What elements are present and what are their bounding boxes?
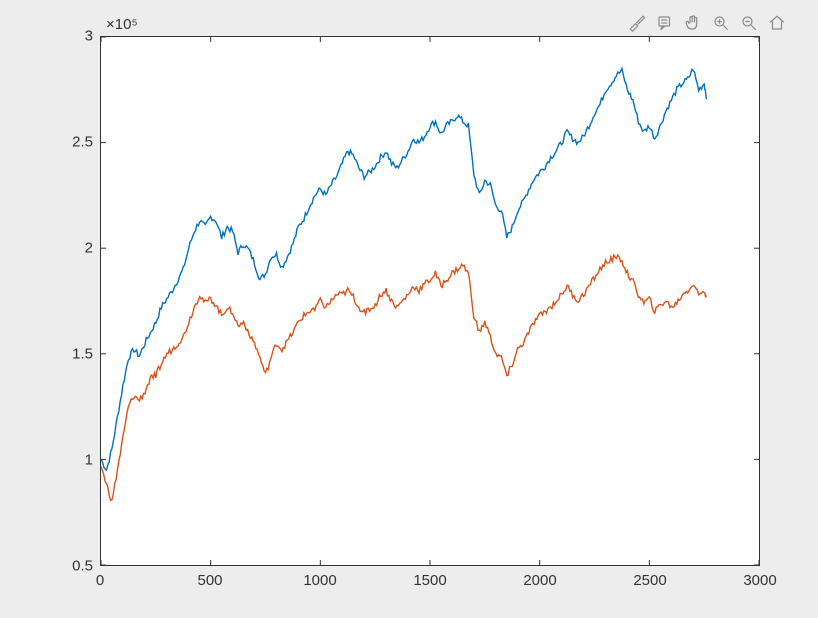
y-tick: 1: [13, 452, 93, 469]
zoom-in-icon[interactable]: [710, 12, 732, 34]
home-icon[interactable]: [766, 12, 788, 34]
axes-area[interactable]: [100, 36, 760, 566]
x-tick: 1000: [303, 572, 336, 589]
y-tick: 2.5: [13, 134, 93, 151]
y-axis-exponent: ×10⁵: [106, 16, 138, 33]
x-tick: 2500: [633, 572, 666, 589]
y-tick: 1.5: [13, 346, 93, 363]
y-tick: 2: [13, 240, 93, 257]
datatip-icon[interactable]: [654, 12, 676, 34]
x-tick: 2000: [523, 572, 556, 589]
line-series-1: [101, 68, 706, 470]
y-tick: 3: [13, 28, 93, 45]
pan-icon[interactable]: [682, 12, 704, 34]
plot-canvas: [101, 37, 759, 565]
line-series-2: [101, 255, 706, 500]
axes-toolbar: [626, 12, 788, 34]
x-tick: 1500: [413, 572, 446, 589]
zoom-out-icon[interactable]: [738, 12, 760, 34]
x-tick: 3000: [743, 572, 776, 589]
x-tick: 500: [197, 572, 222, 589]
brush-icon[interactable]: [626, 12, 648, 34]
y-tick: 0.5: [13, 558, 93, 575]
x-tick: 0: [96, 572, 104, 589]
figure-window: ×10⁵ 3 2.5 2 1.5 1 0.5 0 500 1000 1500 2…: [0, 0, 818, 618]
